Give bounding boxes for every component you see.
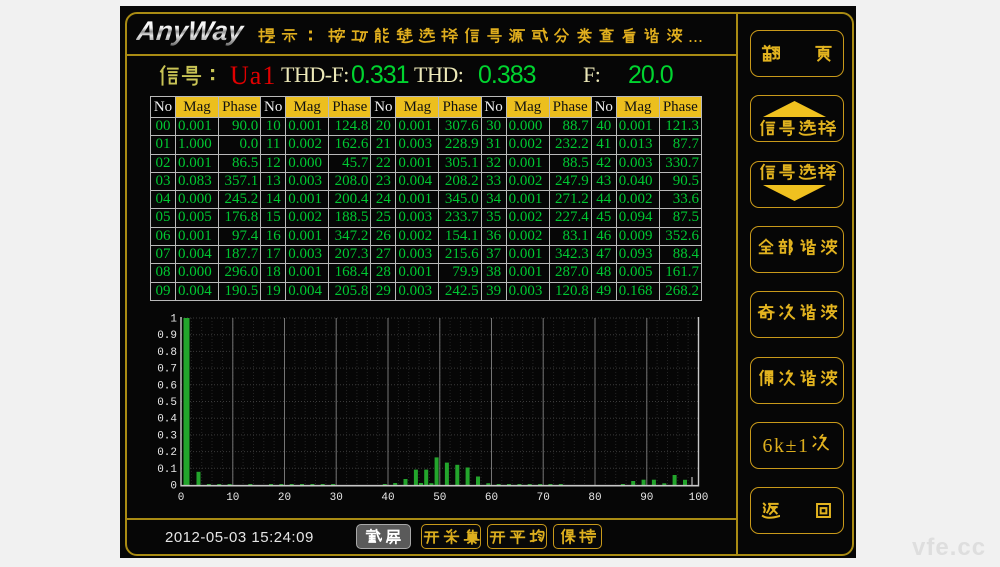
svg-text:0.9: 0.9 [157, 330, 177, 342]
svg-text:0.5: 0.5 [157, 397, 177, 409]
svg-text:0: 0 [170, 481, 177, 493]
svg-text:0.8: 0.8 [157, 347, 177, 359]
svg-text:0.1: 0.1 [157, 464, 177, 476]
svg-text:0.2: 0.2 [157, 447, 177, 459]
svg-text:60: 60 [485, 492, 498, 504]
svg-text:30: 30 [330, 492, 343, 504]
svg-text:20: 20 [278, 492, 291, 504]
svg-text:0.4: 0.4 [157, 414, 177, 426]
svg-text:90: 90 [640, 492, 653, 504]
svg-text:40: 40 [381, 492, 394, 504]
svg-text:80: 80 [588, 492, 601, 504]
svg-text:50: 50 [433, 492, 446, 504]
svg-text:100: 100 [689, 492, 709, 504]
svg-text:1: 1 [170, 314, 177, 326]
svg-text:70: 70 [537, 492, 550, 504]
svg-text:0.7: 0.7 [157, 364, 177, 376]
svg-text:0: 0 [178, 492, 185, 504]
svg-text:10: 10 [226, 492, 239, 504]
svg-text:0.6: 0.6 [157, 380, 177, 392]
svg-text:0.3: 0.3 [157, 430, 177, 442]
